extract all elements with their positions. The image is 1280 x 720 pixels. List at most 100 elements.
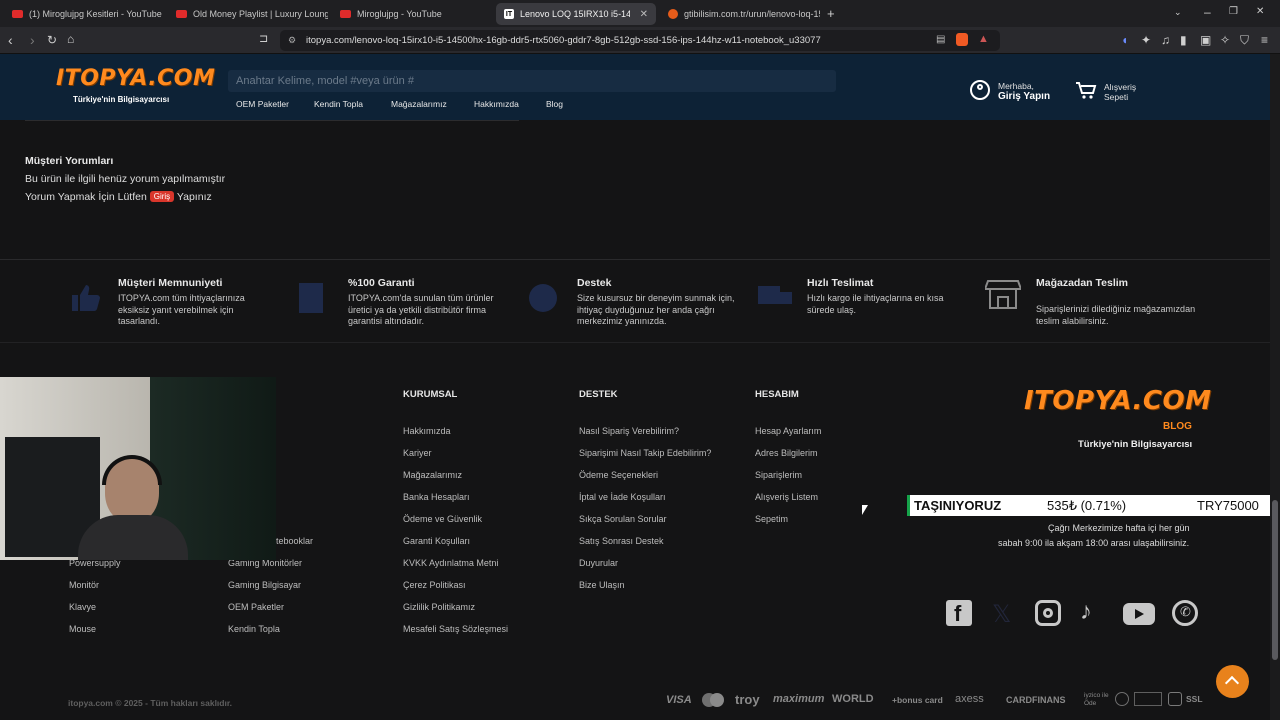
footer-link[interactable]: Sepetim — [755, 514, 788, 524]
footer-link[interactable]: Siparişimi Nasıl Takip Edebilirim? — [579, 448, 711, 458]
forward-icon[interactable]: › — [30, 33, 35, 47]
site-info-icon[interactable]: ⚙ — [288, 35, 296, 46]
payment-logo: CARDFINANS — [1006, 695, 1066, 705]
footer-link[interactable]: Kendin Topla — [228, 624, 280, 634]
footer-heading-destek: DESTEK — [579, 389, 618, 400]
site-logo[interactable]: ITOPYA.COM — [56, 66, 215, 91]
nav-kendin-topla[interactable]: Kendin Topla — [314, 99, 363, 109]
blog-logo[interactable]: ITOPYA.COM — [1024, 386, 1211, 416]
footer-link[interactable]: Hesap Ayarlarım — [755, 426, 821, 436]
tab-youtube-3[interactable]: Miroglujpg - YouTube — [332, 3, 492, 25]
feature-title: %100 Garanti — [348, 277, 415, 289]
footer-link[interactable]: Çerez Politikası — [403, 580, 466, 590]
tab-youtube-2[interactable]: Old Money Playlist | Luxury Lounge V — [168, 3, 328, 25]
cart-label-2[interactable]: Sepeti — [1104, 92, 1128, 102]
footer-link[interactable]: KVKK Aydınlatma Metni — [403, 558, 498, 568]
nav-oem-paketler[interactable]: OEM Paketler — [236, 99, 289, 109]
cart-icon[interactable] — [1075, 81, 1097, 99]
footer-link[interactable]: Klavye — [69, 602, 96, 612]
footer-link[interactable]: Gaming Bilgisayar — [228, 580, 301, 590]
brave-shields-icon[interactable] — [956, 33, 968, 46]
facebook-icon[interactable]: f — [946, 600, 972, 626]
footer-link[interactable]: tebooklar — [276, 536, 313, 546]
footer-link[interactable]: Gizlilik Politikamız — [403, 602, 475, 612]
nav-hakkimizda[interactable]: Hakkımızda — [474, 99, 519, 109]
footer-heading-kurumsal: KURUMSAL — [403, 389, 458, 400]
footer-link[interactable]: Satış Sonrası Destek — [579, 536, 664, 546]
browser-tab-bar: (1) Miroglujpg Kesitleri - YouTube Old M… — [0, 0, 1280, 27]
chevron-down-icon[interactable]: ⌄ — [1174, 8, 1182, 17]
nav-blog[interactable]: Blog — [546, 99, 563, 109]
new-tab-icon[interactable]: + — [827, 7, 835, 20]
blog-label: BLOG — [1163, 421, 1192, 432]
tab-gtbilisim[interactable]: gtibilisim.com.tr/urun/lenovo-loq-15 — [660, 3, 820, 25]
login-link[interactable]: Giriş Yapın — [998, 91, 1050, 102]
lock-icon — [1168, 692, 1182, 706]
tab-youtube-1[interactable]: (1) Miroglujpg Kesitleri - YouTube — [4, 3, 164, 25]
rewards-icon[interactable]: ▲ — [978, 33, 989, 45]
vpn-icon[interactable]: ⛉ — [1240, 34, 1249, 46]
footer-link[interactable]: İptal ve İade Koşulları — [579, 492, 666, 502]
footer-link[interactable]: OEM Paketler — [228, 602, 284, 612]
thumbs-up-icon — [66, 281, 104, 315]
whatsapp-icon[interactable]: ✆ — [1172, 600, 1198, 626]
back-to-top-button[interactable] — [1216, 665, 1249, 698]
footer-link[interactable]: Mağazalarımız — [403, 470, 462, 480]
back-icon[interactable]: ‹ — [8, 33, 13, 47]
restore-icon[interactable]: ❐ — [1229, 7, 1238, 17]
footer-link[interactable]: Kariyer — [403, 448, 432, 458]
extensions-icon[interactable]: ✦ — [1141, 34, 1151, 46]
cart-label[interactable]: Alışveriş — [1104, 82, 1136, 92]
nav-magazalarimiz[interactable]: Mağazalarımız — [391, 99, 447, 109]
reader-mode-icon[interactable]: ▤ — [936, 34, 945, 45]
footer-link[interactable]: Mesafeli Satış Sözleşmesi — [403, 624, 508, 634]
scrollbar-thumb[interactable] — [1272, 500, 1278, 660]
footer-link[interactable]: Adres Bilgilerim — [755, 448, 818, 458]
footer-link[interactable]: Monitör — [69, 580, 99, 590]
audio-icon[interactable]: ◖ — [1121, 34, 1128, 46]
footer-link[interactable]: Garanti Koşulları — [403, 536, 470, 546]
sidebar-icon[interactable]: ▮ — [1180, 34, 1187, 46]
login-badge-button[interactable]: Giriş — [149, 191, 175, 202]
footer-link[interactable]: Bize Ulaşın — [579, 580, 625, 590]
instagram-icon[interactable] — [1035, 600, 1061, 626]
badge-icon — [1134, 692, 1162, 706]
search-input[interactable]: Anahtar Kelime, model #veya ürün # — [228, 70, 836, 92]
payment-logo: maximum — [773, 693, 825, 705]
support-icon — [525, 281, 561, 315]
wallet-icon[interactable]: ▣ — [1200, 34, 1211, 46]
footer-link[interactable]: Nasıl Sipariş Verebilirim? — [579, 426, 679, 436]
call-center-hours: Çağrı Merkezimize hafta içi her gün — [1048, 523, 1190, 533]
tiktok-icon[interactable]: ♪ — [1080, 598, 1092, 626]
close-tab-icon[interactable]: ✕ — [640, 9, 648, 20]
footer-link[interactable]: Mouse — [69, 624, 96, 634]
youtube-icon[interactable] — [1123, 603, 1155, 625]
feature-desc: ITOPYA.com'da sunulan tüm ürünler üretic… — [348, 293, 494, 326]
reload-icon[interactable]: ↻ — [47, 34, 57, 46]
footer-link[interactable]: Ödeme ve Güvenlik — [403, 514, 482, 524]
shield-icon — [296, 280, 326, 316]
minimize-icon[interactable]: – — [1204, 6, 1211, 18]
x-icon[interactable]: 𝕏 — [992, 600, 1011, 629]
tab-itopya-active[interactable]: IT Lenovo LOQ 15IRX10 i5-14500H ✕ — [496, 3, 656, 25]
close-window-icon[interactable]: ✕ — [1256, 7, 1264, 17]
menu-icon[interactable]: ≡ — [1261, 34, 1268, 46]
footer-link[interactable]: Duyurular — [579, 558, 618, 568]
home-icon[interactable]: ⌂ — [67, 33, 74, 45]
reviews-empty-text: Bu ürün ile ilgili henüz yorum yapılmamı… — [25, 173, 226, 185]
footer-link[interactable]: Sıkça Sorulan Sorular — [579, 514, 667, 524]
reviews-title: Müşteri Yorumları — [25, 155, 114, 167]
mastercard-icon — [702, 693, 724, 707]
footer-link[interactable]: Alışveriş Listem — [755, 492, 818, 502]
user-icon[interactable] — [970, 80, 990, 100]
footer-link[interactable]: Ödeme Seçenekleri — [579, 470, 658, 480]
prompt-text: Yapınız — [176, 191, 212, 203]
site-tagline: Türkiye'nin Bilgisayarcısı — [73, 95, 170, 104]
footer-link[interactable]: Siparişlerim — [755, 470, 802, 480]
footer-link[interactable]: Hakkımızda — [403, 426, 451, 436]
leo-ai-icon[interactable]: ✧ — [1220, 34, 1230, 46]
footer-link[interactable]: Banka Hesapları — [403, 492, 470, 502]
bookmark-icon[interactable]: ⊐ — [259, 34, 268, 45]
address-bar[interactable]: ⚙ itopya.com/lenovo-loq-15irx10-i5-14500… — [280, 30, 1000, 51]
media-icon[interactable]: ♫ — [1161, 34, 1170, 46]
